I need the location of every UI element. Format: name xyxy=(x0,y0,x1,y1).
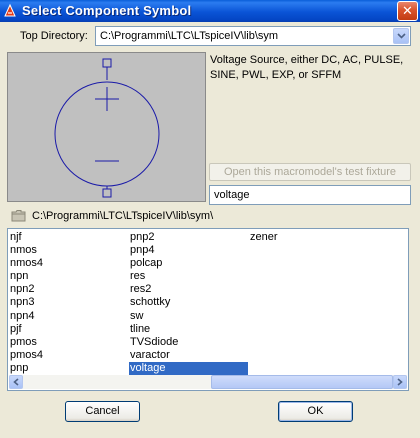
top-directory-label: Top Directory: xyxy=(20,30,88,42)
list-item[interactable]: varactor xyxy=(129,349,248,362)
scroll-right-button[interactable] xyxy=(393,375,407,389)
component-name-field[interactable]: voltage xyxy=(209,185,411,205)
list-item[interactable]: npn4 xyxy=(9,310,128,323)
top-directory-select[interactable]: C:\Programmi\LTC\LTspiceIV\lib\sym xyxy=(95,26,411,46)
list-item[interactable]: npn2 xyxy=(9,283,128,296)
list-item[interactable]: pnp xyxy=(9,362,128,375)
list-item[interactable]: schottky xyxy=(129,296,248,309)
ok-button[interactable]: OK xyxy=(278,401,353,422)
chevron-down-icon[interactable] xyxy=(393,28,409,44)
close-button[interactable]: ✕ xyxy=(397,1,418,21)
component-description: Voltage Source, either DC, AC, PULSE, SI… xyxy=(210,54,404,81)
voltage-source-symbol xyxy=(54,58,160,198)
list-item[interactable]: pnp2 xyxy=(129,231,248,244)
cancel-button[interactable]: Cancel xyxy=(65,401,140,422)
list-item[interactable]: sw xyxy=(129,310,248,323)
list-column-3: zener xyxy=(249,231,368,244)
select-component-dialog: Select Component Symbol ✕ Top Directory:… xyxy=(0,0,420,438)
folder-icon xyxy=(11,210,26,222)
list-item[interactable]: zener xyxy=(249,231,368,244)
list-column-1: njf nmos nmos4 npn npn2 npn3 npn4 pjf pm… xyxy=(9,231,128,375)
scroll-left-button[interactable] xyxy=(9,375,23,389)
current-path: C:\Programmi\LTC\LTspiceIV\lib\sym\ xyxy=(32,210,214,222)
list-item[interactable]: nmos xyxy=(9,244,128,257)
list-item[interactable]: pjf xyxy=(9,323,128,336)
list-item[interactable]: pmos xyxy=(9,336,128,349)
list-item[interactable]: pnp4 xyxy=(129,244,248,257)
list-item[interactable]: res2 xyxy=(129,283,248,296)
list-item[interactable]: npn xyxy=(9,270,128,283)
window-title: Select Component Symbol xyxy=(22,3,192,18)
list-item[interactable]: polcap xyxy=(129,257,248,270)
list-column-2: pnp2 pnp4 polcap res res2 schottky sw tl… xyxy=(129,231,248,376)
component-list[interactable]: njf nmos nmos4 npn npn2 npn3 npn4 pjf pm… xyxy=(7,228,409,391)
chevron-left-icon xyxy=(13,378,19,386)
horizontal-scrollbar[interactable] xyxy=(9,375,407,389)
open-test-fixture-button[interactable]: Open this macromodel's test fixture xyxy=(209,163,411,181)
list-item[interactable]: pmos4 xyxy=(9,349,128,362)
list-item[interactable]: npn3 xyxy=(9,296,128,309)
list-item[interactable]: njf xyxy=(9,231,128,244)
close-icon: ✕ xyxy=(402,3,413,18)
list-item[interactable]: tline xyxy=(129,323,248,336)
top-directory-value: C:\Programmi\LTC\LTspiceIV\lib\sym xyxy=(100,30,279,42)
chevron-right-icon xyxy=(397,378,403,386)
component-name-value: voltage xyxy=(214,189,250,201)
symbol-preview xyxy=(7,52,206,202)
list-item[interactable]: TVSdiode xyxy=(129,336,248,349)
list-item[interactable]: nmos4 xyxy=(9,257,128,270)
scrollbar-thumb[interactable] xyxy=(211,375,393,389)
title-bar[interactable]: Select Component Symbol ✕ xyxy=(0,0,420,22)
list-item[interactable]: res xyxy=(129,270,248,283)
list-item-selected[interactable]: voltage xyxy=(129,361,248,376)
ltspice-icon xyxy=(4,3,16,17)
